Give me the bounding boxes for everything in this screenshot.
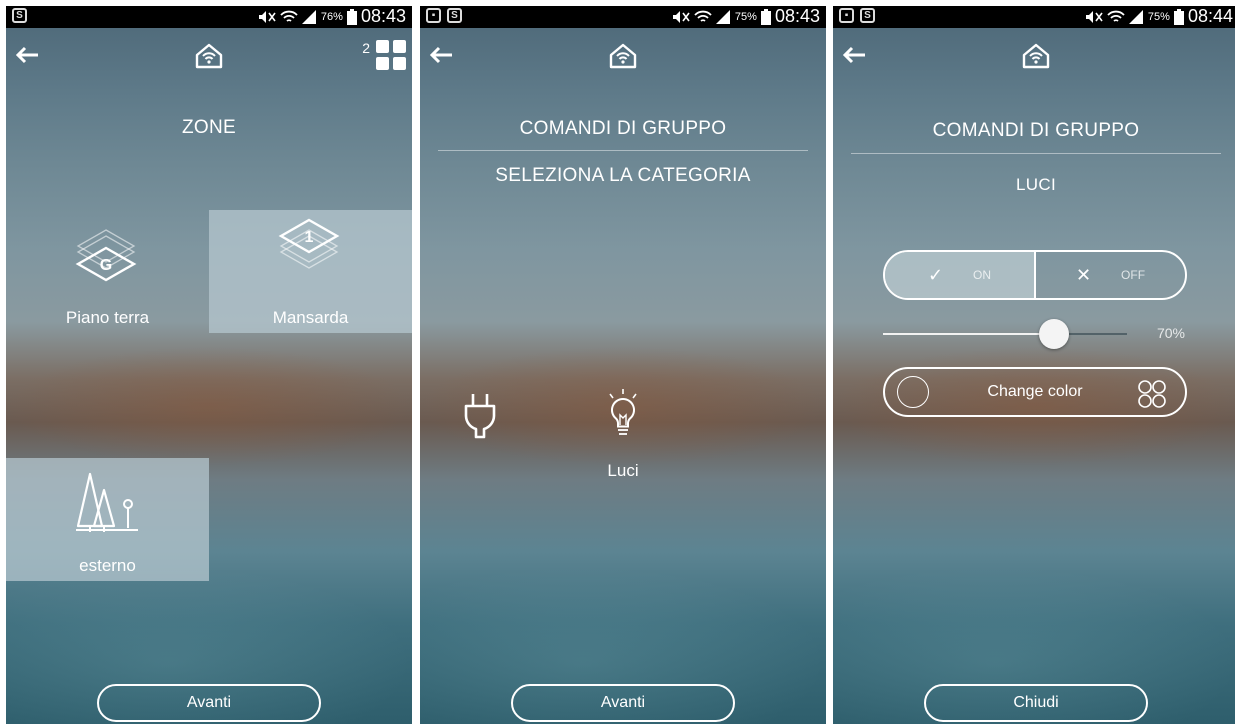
- status-bar: ▪ S 75% 08:44: [833, 6, 1235, 28]
- wifi-icon: [280, 10, 298, 22]
- zone-screen: S 76% 08:43 2 ZONE G Piano terra 1 Mansa…: [6, 6, 412, 724]
- trees-icon: [76, 472, 138, 532]
- category-screen: ▪ S 75% 08:43 COMANDI DI GRUPPO SELEZION…: [420, 6, 826, 724]
- divider: [438, 150, 808, 151]
- page-title: COMANDI DI GRUPPO: [519, 118, 727, 139]
- slider-thumb[interactable]: [1038, 319, 1069, 349]
- divider: [851, 153, 1221, 154]
- avanti-button[interactable]: Avanti: [511, 684, 735, 722]
- zone-label: esterno: [79, 556, 136, 575]
- home-wifi-icon[interactable]: [193, 40, 225, 72]
- page-subtitle: SELEZIONA LA CATEGORIA: [495, 165, 751, 186]
- back-arrow-icon[interactable]: [12, 40, 42, 70]
- wifi-icon: [1107, 10, 1125, 22]
- signal-icon: [715, 9, 730, 24]
- zone-tile-piano-terra[interactable]: G Piano terra: [6, 210, 209, 333]
- page-subtitle: LUCI: [1016, 175, 1056, 194]
- chiudi-button[interactable]: Chiudi: [924, 684, 1148, 722]
- on-button[interactable]: ✓ ON: [885, 252, 1036, 298]
- grid-count: 2: [362, 40, 370, 56]
- signal-icon: [301, 9, 316, 24]
- category-luci[interactable]: Luci: [570, 389, 676, 489]
- category-plug[interactable]: [450, 390, 510, 450]
- back-arrow-icon[interactable]: [426, 40, 456, 70]
- grid-icon: [376, 40, 406, 70]
- category-label: Luci: [607, 461, 639, 480]
- floor-stack-icon: G: [75, 229, 137, 282]
- on-label: ON: [973, 268, 992, 282]
- wifi-icon: [694, 10, 712, 22]
- zone-label: Piano terra: [65, 308, 150, 327]
- lightbulb-icon: [609, 389, 637, 435]
- luci-control-screen: ▪ S 75% 08:44 COMANDI DI GRUPPO LUCI ✓ O…: [833, 6, 1235, 724]
- notification-icon: S: [447, 8, 462, 23]
- mute-icon: [258, 10, 276, 23]
- change-color-button[interactable]: Change color: [883, 367, 1187, 417]
- clock: 08:44: [1187, 6, 1233, 26]
- battery-icon: [760, 8, 771, 25]
- home-wifi-icon[interactable]: [1020, 40, 1052, 72]
- zone-tile-esterno[interactable]: esterno: [6, 458, 209, 581]
- battery-icon: [1173, 8, 1184, 25]
- close-icon: ✕: [1075, 264, 1092, 285]
- app-bar: 2: [6, 28, 412, 88]
- avanti-button[interactable]: Avanti: [97, 684, 321, 722]
- palette-icon: [1138, 380, 1166, 408]
- battery-percent: 75%: [734, 10, 757, 23]
- status-bar: S 76% 08:43: [6, 6, 412, 28]
- status-bar: ▪ S 75% 08:43: [420, 6, 826, 28]
- signal-icon: [1128, 9, 1143, 24]
- plug-icon: [464, 394, 496, 439]
- slider-fill: [883, 333, 1054, 335]
- home-wifi-icon[interactable]: [607, 40, 639, 72]
- svg-text:G: G: [100, 257, 112, 274]
- app-bar: [420, 28, 826, 88]
- grid-view-button[interactable]: 2: [362, 40, 406, 70]
- mute-icon: [1085, 10, 1103, 23]
- page-title: ZONE: [182, 117, 236, 138]
- image-notification-icon: ▪: [839, 8, 854, 23]
- mute-icon: [672, 10, 690, 23]
- battery-percent: 76%: [320, 10, 343, 23]
- clock: 08:43: [774, 6, 820, 26]
- check-icon: ✓: [927, 264, 944, 285]
- notification-icon: S: [860, 8, 875, 23]
- svg-text:1: 1: [305, 229, 314, 246]
- brightness-slider[interactable]: [883, 316, 1127, 352]
- image-notification-icon: ▪: [426, 8, 441, 23]
- clock: 08:43: [360, 6, 406, 26]
- app-bar: [833, 28, 1235, 88]
- back-arrow-icon[interactable]: [839, 40, 869, 70]
- battery-percent: 75%: [1147, 10, 1170, 23]
- zone-label: Mansarda: [272, 308, 349, 327]
- off-button[interactable]: ✕ OFF: [1036, 252, 1185, 298]
- off-label: OFF: [1121, 268, 1146, 282]
- notification-icon: S: [12, 8, 27, 23]
- floor-stack-icon: 1: [278, 218, 340, 269]
- on-off-toggle: ✓ ON ✕ OFF: [883, 250, 1187, 300]
- battery-icon: [346, 8, 357, 25]
- brightness-value: 70%: [1156, 325, 1185, 341]
- page-title: COMANDI DI GRUPPO: [932, 120, 1140, 141]
- zone-tile-mansarda[interactable]: 1 Mansarda: [209, 210, 412, 333]
